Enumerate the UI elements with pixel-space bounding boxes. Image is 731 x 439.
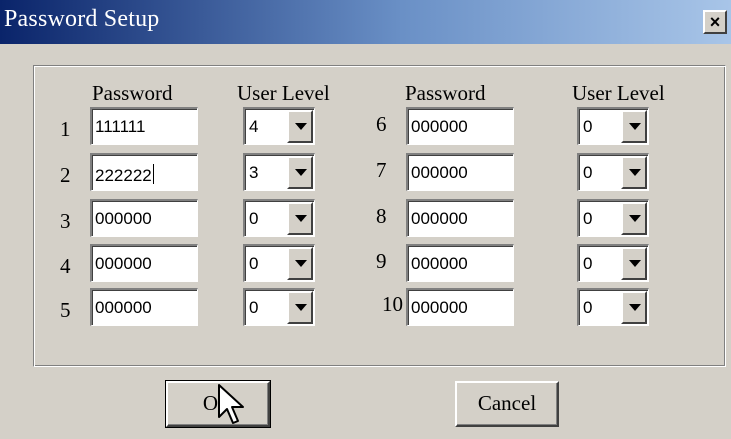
row-number: 9 xyxy=(376,249,387,273)
chevron-down-icon xyxy=(629,169,641,176)
dropdown-button[interactable] xyxy=(621,202,647,235)
row-number: 6 xyxy=(376,112,387,136)
chevron-down-icon xyxy=(629,304,641,311)
dropdown-button[interactable] xyxy=(287,291,313,324)
user-level-select[interactable]: 0 xyxy=(243,288,315,326)
password-input[interactable]: 000000 xyxy=(90,244,198,282)
user-level-value: 0 xyxy=(583,298,593,317)
dropdown-button[interactable] xyxy=(287,247,313,280)
dropdown-button[interactable] xyxy=(287,110,313,143)
password-input[interactable]: 000000 xyxy=(406,199,514,237)
password-input[interactable]: 000000 xyxy=(406,244,514,282)
dropdown-button[interactable] xyxy=(287,156,313,189)
chevron-down-icon xyxy=(295,123,307,130)
row-number: 8 xyxy=(376,204,387,228)
dropdown-button[interactable] xyxy=(621,291,647,324)
user-level-select[interactable]: 3 xyxy=(243,153,315,191)
close-icon: × xyxy=(709,12,721,32)
user-level-select[interactable]: 0 xyxy=(243,244,315,282)
dropdown-button[interactable] xyxy=(621,156,647,189)
header-user-level-right: User Level xyxy=(572,81,665,105)
row-number: 3 xyxy=(60,209,71,233)
header-password-right: Password xyxy=(405,81,486,105)
user-level-value: 0 xyxy=(249,209,259,228)
user-level-select[interactable]: 0 xyxy=(243,199,315,237)
row-number: 5 xyxy=(60,298,71,322)
password-input[interactable]: 000000 xyxy=(406,288,514,326)
user-level-value: 0 xyxy=(249,254,259,273)
password-input[interactable]: 222222 xyxy=(90,153,198,191)
user-level-value: 0 xyxy=(583,209,593,228)
chevron-down-icon xyxy=(629,123,641,130)
password-input[interactable]: 000000 xyxy=(406,153,514,191)
dropdown-button[interactable] xyxy=(621,110,647,143)
user-level-select[interactable]: 0 xyxy=(577,107,649,145)
chevron-down-icon xyxy=(295,215,307,222)
chevron-down-icon xyxy=(295,304,307,311)
user-level-select[interactable]: 0 xyxy=(577,244,649,282)
dialog-body: Password User Level Password User Level … xyxy=(0,44,731,439)
user-level-select[interactable]: 0 xyxy=(577,199,649,237)
password-input[interactable]: 000000 xyxy=(406,107,514,145)
user-level-value: 0 xyxy=(583,163,593,182)
row-number: 4 xyxy=(60,254,71,278)
chevron-down-icon xyxy=(629,215,641,222)
row-number: 1 xyxy=(60,117,71,141)
chevron-down-icon xyxy=(295,169,307,176)
chevron-down-icon xyxy=(295,260,307,267)
chevron-down-icon xyxy=(629,260,641,267)
header-password-left: Password xyxy=(92,81,173,105)
header-user-level-left: User Level xyxy=(237,81,330,105)
dropdown-button[interactable] xyxy=(621,247,647,280)
row-number: 7 xyxy=(376,158,387,182)
password-input[interactable]: 111111 xyxy=(90,107,198,145)
dropdown-button[interactable] xyxy=(287,202,313,235)
user-level-value: 0 xyxy=(249,298,259,317)
user-level-select[interactable]: 0 xyxy=(577,288,649,326)
row-number: 10 xyxy=(382,292,403,316)
user-level-value: 0 xyxy=(583,254,593,273)
password-input[interactable]: 000000 xyxy=(90,199,198,237)
user-level-select[interactable]: 0 xyxy=(577,153,649,191)
user-level-select[interactable]: 4 xyxy=(243,107,315,145)
user-level-value: 3 xyxy=(249,163,259,182)
password-input[interactable]: 000000 xyxy=(90,288,198,326)
user-level-value: 0 xyxy=(583,117,593,136)
window-title: Password Setup xyxy=(4,6,160,32)
user-level-value: 4 xyxy=(249,117,259,136)
row-number: 2 xyxy=(60,163,71,187)
mouse-pointer-icon xyxy=(218,384,244,424)
close-button[interactable]: × xyxy=(703,10,727,34)
text-caret xyxy=(152,164,154,184)
cancel-button[interactable]: Cancel xyxy=(455,381,559,427)
title-bar: Password Setup × xyxy=(0,0,731,44)
password-value: 222222 xyxy=(95,166,152,185)
